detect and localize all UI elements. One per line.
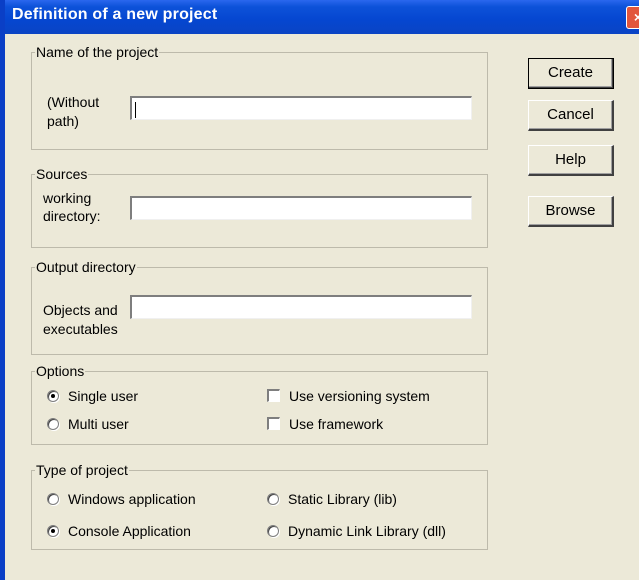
use-versioning-label: Use versioning system [289,388,430,404]
sources-legend: Sources [35,166,89,182]
console-application-label: Console Application [68,523,191,539]
radio-empty-icon [267,493,279,505]
dynamic-link-library-radio[interactable]: Dynamic Link Library (dll) [267,522,446,540]
browse-button[interactable]: Browse [528,196,614,227]
console-application-radio[interactable]: Console Application [47,522,191,540]
output-label-line2: executables [43,321,118,337]
checkbox-empty-icon [267,389,280,402]
output-directory-legend: Output directory [35,259,137,275]
use-framework-checkbox[interactable]: Use framework [267,415,383,433]
create-button[interactable]: Create [528,58,614,89]
project-name-input[interactable] [130,96,472,120]
cancel-button[interactable]: Cancel [528,100,614,131]
use-versioning-checkbox[interactable]: Use versioning system [267,387,430,405]
sources-label-line2: directory: [43,208,101,224]
title-bar[interactable]: Definition of a new project × [0,0,639,34]
radio-selected-icon [47,525,59,537]
text-caret [135,102,136,119]
sources-label-line1: working [43,190,92,206]
windows-application-label: Windows application [68,491,196,507]
project-type-legend: Type of project [35,462,129,478]
radio-empty-icon [47,493,59,505]
multi-user-radio[interactable]: Multi user [47,415,129,433]
output-label-line1: Objects and [43,302,118,318]
radio-empty-icon [47,418,59,430]
options-legend: Options [35,363,86,379]
dialog-client-area: Name of the project (Without path) Sourc… [5,34,639,580]
help-button[interactable]: Help [528,145,614,176]
sources-directory-input[interactable] [130,196,472,220]
static-library-radio[interactable]: Static Library (lib) [267,490,397,508]
close-icon[interactable]: × [626,6,639,29]
dynamic-link-library-label: Dynamic Link Library (dll) [288,523,446,539]
radio-empty-icon [267,525,279,537]
new-project-dialog: Definition of a new project × Name of th… [0,0,639,580]
multi-user-label: Multi user [68,416,129,432]
output-directory-input[interactable] [130,295,472,319]
windows-application-radio[interactable]: Windows application [47,490,196,508]
single-user-label: Single user [68,388,139,404]
use-framework-label: Use framework [289,416,384,432]
project-name-legend: Name of the project [35,44,160,60]
static-library-label: Static Library (lib) [288,491,397,507]
project-name-label-line2: path) [47,113,79,129]
project-name-label-line1: (Without [47,94,100,110]
dialog-title: Definition of a new project [12,6,218,23]
radio-selected-icon [47,390,59,402]
checkbox-empty-icon [267,417,280,430]
single-user-radio[interactable]: Single user [47,387,138,405]
